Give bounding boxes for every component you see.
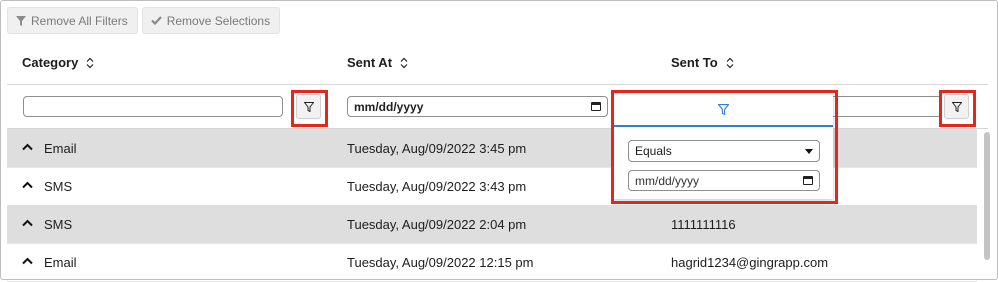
column-header-label: Sent To — [671, 55, 718, 70]
column-header-label: Category — [22, 55, 79, 70]
expand-caret-icon[interactable] — [22, 219, 33, 227]
sent-to-cell: hagrid1234@gingrapp.com — [671, 255, 829, 270]
grid-toolbar: Remove All Filters Remove Selections — [7, 7, 281, 34]
category-cell: Email — [44, 141, 77, 156]
calendar-icon[interactable] — [591, 102, 601, 111]
table-row[interactable]: Email Tuesday, Aug/09/2022 12:15 pm hagr… — [7, 243, 977, 282]
filter-row: mm/dd/yyyy — [7, 85, 988, 129]
category-cell: SMS — [44, 179, 73, 194]
column-header-category[interactable]: Category — [22, 55, 94, 70]
expand-caret-icon[interactable] — [22, 143, 33, 151]
sent-at-cell: Tuesday, Aug/09/2022 3:45 pm — [347, 141, 527, 156]
expand-caret-icon[interactable] — [22, 181, 33, 189]
sent-to-filter-input[interactable] — [827, 96, 942, 117]
column-header-sent-to[interactable]: Sent To — [671, 55, 734, 70]
expand-caret-icon[interactable] — [22, 257, 33, 265]
filter-icon — [16, 15, 26, 26]
vertical-scrollbar[interactable] — [982, 128, 991, 276]
sent-at-cell: Tuesday, Aug/09/2022 3:43 pm — [347, 179, 527, 194]
remove-all-filters-button[interactable]: Remove All Filters — [7, 7, 138, 34]
sent-at-date-filter[interactable]: mm/dd/yyyy — [347, 96, 608, 117]
remove-selections-button[interactable]: Remove Selections — [141, 7, 281, 34]
highlight-box — [939, 90, 976, 127]
category-filter-input[interactable] — [23, 96, 283, 117]
sort-icon[interactable] — [86, 57, 94, 69]
sort-icon[interactable] — [726, 57, 734, 69]
remove-selections-label: Remove Selections — [166, 13, 271, 28]
scrollbar-thumb[interactable] — [984, 132, 990, 260]
category-cell: Email — [44, 255, 77, 270]
highlight-box — [611, 90, 838, 204]
highlight-box — [291, 90, 328, 127]
category-cell: SMS — [44, 217, 73, 232]
sent-at-cell: Tuesday, Aug/09/2022 12:15 pm — [347, 255, 534, 270]
table-row[interactable]: SMS Tuesday, Aug/09/2022 2:04 pm 1111111… — [7, 205, 977, 244]
sent-to-cell: 1111111116 — [671, 217, 736, 232]
date-placeholder: mm/dd/yyyy — [354, 99, 424, 114]
sort-icon[interactable] — [400, 57, 408, 69]
check-icon — [150, 16, 162, 25]
sent-at-cell: Tuesday, Aug/09/2022 2:04 pm — [347, 217, 527, 232]
remove-all-filters-label: Remove All Filters — [31, 13, 128, 28]
header-row: Category Sent At Sent To — [7, 41, 988, 85]
column-header-label: Sent At — [347, 55, 393, 70]
column-header-sent-at[interactable]: Sent At — [347, 55, 408, 70]
